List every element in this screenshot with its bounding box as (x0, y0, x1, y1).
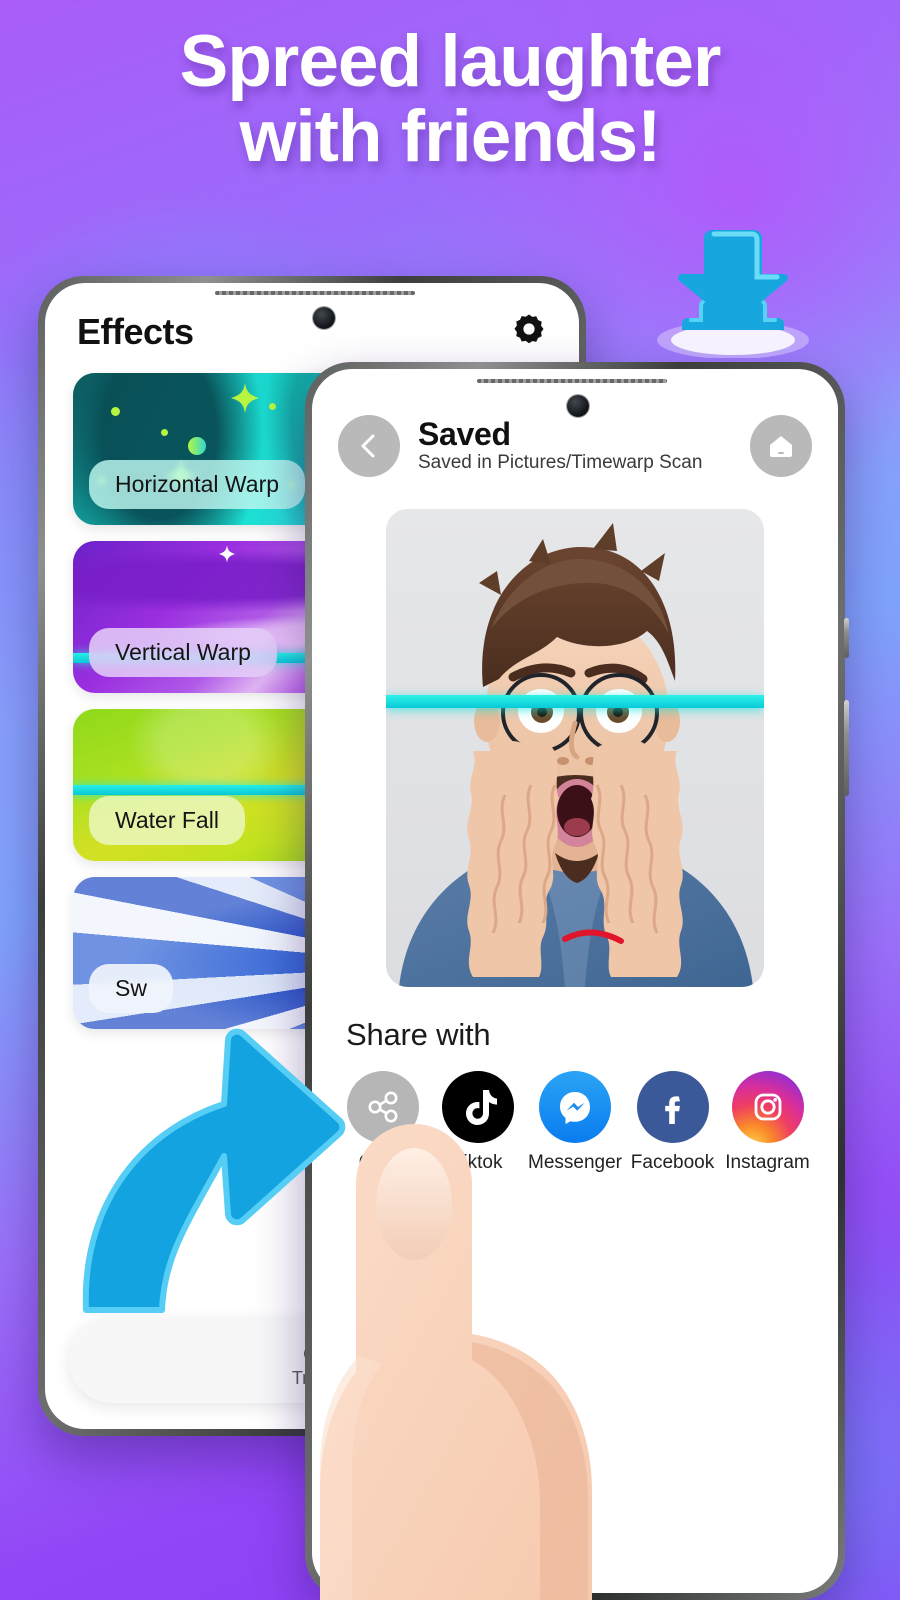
home-button[interactable] (750, 415, 812, 477)
decor-dot (188, 437, 206, 455)
share-target-instagram[interactable]: Instagram (723, 1071, 812, 1174)
volume-button[interactable] (844, 618, 849, 658)
decor-dot (269, 403, 276, 410)
decor-dot (111, 407, 120, 416)
page-title: Effects (77, 311, 194, 352)
saved-title-block: Saved Saved in Pictures/Timewarp Scan (418, 415, 732, 475)
power-button[interactable] (844, 700, 849, 796)
back-button[interactable] (338, 415, 400, 477)
saved-photo-preview[interactable] (386, 509, 764, 987)
saved-header: Saved Saved in Pictures/Timewarp Scan (312, 369, 838, 487)
effect-label-chip: Sw (89, 964, 173, 1013)
effects-header: Effects (45, 283, 579, 367)
share-target-label: Instagram (725, 1152, 810, 1173)
instagram-icon (731, 1071, 804, 1143)
effect-label-chip: Water Fall (89, 796, 245, 845)
scan-line (386, 695, 764, 708)
page-subtitle: Saved in Pictures/Timewarp Scan (418, 452, 703, 474)
preview-container (312, 487, 838, 987)
tap-hint-hand (236, 1092, 656, 1600)
effect-label-chip: Vertical Warp (89, 628, 277, 677)
effect-label-chip: Horizontal Warp (89, 460, 306, 509)
front-camera (567, 395, 589, 417)
headline-line-2: with friends! (239, 96, 662, 178)
home-icon (770, 436, 792, 457)
page-title: Saved (418, 415, 511, 452)
front-camera (313, 307, 335, 329)
pointing-hand-icon (320, 1124, 592, 1600)
promo-headline: Spreed laughter with friends! (0, 24, 900, 174)
headline-line-1: Spreed laughter (179, 21, 722, 102)
chevron-left-icon (361, 434, 375, 458)
gear-icon[interactable] (509, 312, 549, 352)
earpiece-speaker (477, 379, 667, 383)
sparkle-icon (231, 383, 259, 413)
warped-photo-image (386, 509, 764, 987)
download-badge (648, 228, 818, 359)
earpiece-speaker (215, 291, 415, 295)
download-arrow-icon (657, 230, 809, 359)
sparkle-icon (219, 545, 235, 563)
decor-dot (161, 429, 168, 436)
